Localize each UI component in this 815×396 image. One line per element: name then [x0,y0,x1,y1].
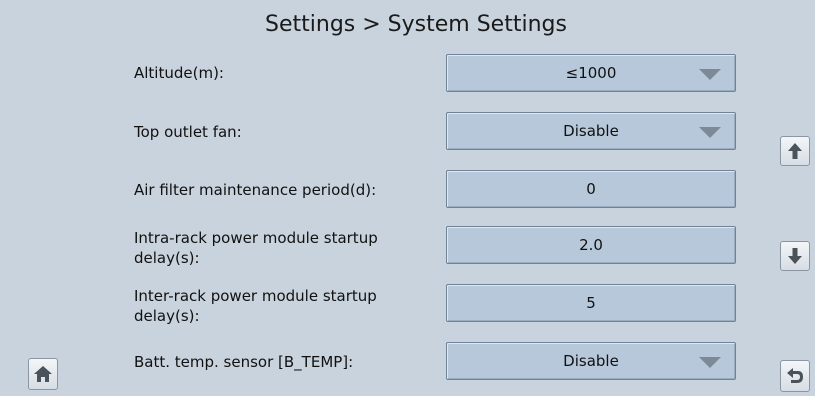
back-icon [787,368,803,383]
intra-rack-delay-input[interactable]: 2.0 [446,226,736,264]
top-outlet-fan-dropdown[interactable]: Disable [446,112,736,150]
intra-rack-delay-value: 2.0 [579,236,603,254]
top-outlet-fan-value: Disable [563,122,619,140]
top-outlet-fan-label: Top outlet fan: [134,123,242,141]
arrow-down-icon [788,248,802,264]
air-filter-period-input[interactable]: 0 [446,170,736,208]
chevron-down-icon [699,69,721,80]
arrow-up-icon [788,143,802,159]
batt-temp-sensor-value: Disable [563,352,619,370]
chevron-down-icon [699,127,721,138]
scroll-down-button[interactable] [780,241,810,271]
inter-rack-delay-input[interactable]: 5 [446,284,736,322]
batt-temp-sensor-dropdown[interactable]: Disable [446,342,736,380]
scroll-up-button[interactable] [780,136,810,166]
air-filter-period-label: Air filter maintenance period(d): [134,181,377,199]
inter-rack-delay-value: 5 [586,294,596,312]
inter-rack-delay-label: Inter-rack power module startup delay(s)… [134,287,377,325]
home-icon [34,366,52,382]
altitude-label: Altitude(m): [134,64,224,82]
back-button[interactable] [780,360,810,392]
altitude-value: ≤1000 [565,64,617,82]
page-title: Settings > System Settings [265,12,567,37]
air-filter-period-value: 0 [586,180,596,198]
batt-temp-sensor-label: Batt. temp. sensor [B_TEMP]: [134,353,354,371]
chevron-down-icon [699,357,721,368]
altitude-dropdown[interactable]: ≤1000 [446,54,736,92]
home-button[interactable] [28,358,58,390]
intra-rack-delay-label: Intra-rack power module startup delay(s)… [134,229,378,267]
